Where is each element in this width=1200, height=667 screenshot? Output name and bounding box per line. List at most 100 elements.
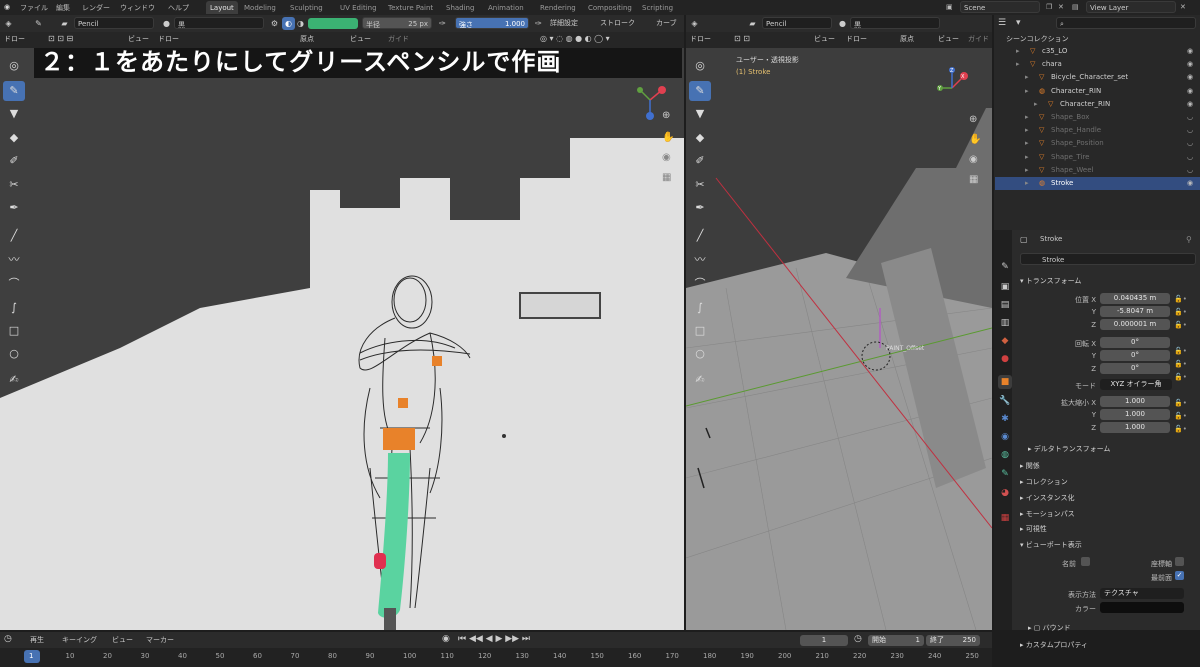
expand-arrow-icon[interactable]: ▸ <box>1025 124 1029 137</box>
editor-type-icon[interactable]: ◈ <box>688 17 701 30</box>
menu-render[interactable]: レンダー <box>82 3 110 13</box>
outliner-row[interactable]: ▸ ▽ Shape_Handle ◡ <box>995 124 1200 137</box>
camera-icon[interactable]: ◉ <box>662 152 671 163</box>
shading-icons[interactable]: ◎ ▾ ◌ ◍ ● ◐ ◯ ▾ <box>540 35 610 43</box>
workspace-tab[interactable]: UV Editing <box>336 1 381 14</box>
visibility-header[interactable]: ▸ 可視性 <box>1020 524 1047 534</box>
rotation-x-field[interactable]: 0° <box>1100 337 1170 348</box>
guide-dropdown[interactable]: ガイド <box>968 36 989 43</box>
origin-dropdown[interactable]: 原点 <box>300 36 314 43</box>
outliner-type-icon[interactable]: ☰ <box>998 18 1006 28</box>
workspace-tab[interactable]: Scripting <box>638 1 677 14</box>
scale-z-field[interactable]: 1.000 <box>1100 422 1170 433</box>
expand-arrow-icon[interactable]: ▸ <box>1016 58 1020 71</box>
expand-arrow-icon[interactable]: ▸ <box>1025 177 1029 190</box>
outliner-row[interactable]: ▸ ▽ Character_RIN ◉ <box>995 98 1200 111</box>
fill-tool-icon[interactable]: ▼ <box>3 104 25 124</box>
outliner-row[interactable]: ▸ ▽ chara ◉ <box>995 58 1200 71</box>
visibility-eye-icon[interactable]: ◡ <box>1187 151 1193 164</box>
custom-props-header[interactable]: ▸ カスタムプロパティ <box>1020 640 1088 650</box>
mode-dropdown[interactable]: ドロー <box>690 36 711 43</box>
visibility-eye-icon[interactable]: ◉ <box>1187 177 1193 190</box>
bounds-header[interactable]: ▸ ▢ バウンド <box>1028 623 1071 633</box>
view-menu[interactable]: ビュー <box>112 637 133 644</box>
color-swatch[interactable] <box>1100 602 1184 613</box>
outliner-row[interactable]: ▸ ▽ Bicycle_Character_set ◉ <box>995 71 1200 84</box>
material-field[interactable]: 黒 <box>850 17 940 29</box>
outliner-row[interactable]: ▸ ◍ Character_RIN ◉ <box>995 85 1200 98</box>
line-tool-icon[interactable]: ╱ <box>689 226 711 246</box>
radius-field[interactable]: 半径 25 px <box>362 17 432 29</box>
object-data-tab-icon[interactable]: ◍ <box>998 448 1012 462</box>
workspace-tab[interactable]: Shading <box>442 1 478 14</box>
scale-x-field[interactable]: 1.000 <box>1100 396 1170 407</box>
axes-checkbox[interactable] <box>1175 557 1184 566</box>
material-dot-icon[interactable]: ● <box>160 17 173 30</box>
visibility-eye-icon[interactable]: ◉ <box>1187 98 1193 111</box>
visibility-eye-icon[interactable]: ◉ <box>1187 71 1193 84</box>
advanced-dropdown[interactable]: 詳細設定 <box>550 20 578 27</box>
relations-header[interactable]: ▸ 関係 <box>1020 461 1040 471</box>
expand-arrow-icon[interactable]: ▸ <box>1025 164 1029 177</box>
collection-header[interactable]: ▸ コレクション <box>1020 477 1068 487</box>
editor-type-icon[interactable]: ◈ <box>2 17 15 30</box>
scene-icon[interactable]: ▣ <box>946 3 953 11</box>
location-z-field[interactable]: 0.000001 m <box>1100 319 1170 330</box>
copy-icon[interactable]: ❐ <box>1046 3 1052 11</box>
view-dropdown[interactable]: ビュー <box>938 36 959 43</box>
guide-dropdown[interactable]: ガイド <box>388 36 409 43</box>
draw-tool-icon[interactable]: ✎ <box>689 81 711 101</box>
location-y-field[interactable]: -5.8047 m <box>1100 306 1170 317</box>
arc-tool-icon[interactable]: ⌒ <box>3 274 25 294</box>
outliner-row[interactable]: ▸ ▽ Shape_Box ◡ <box>995 111 1200 124</box>
vertex-color-icon[interactable]: ◑ <box>294 17 307 30</box>
scale-y-field[interactable]: 1.000 <box>1100 409 1170 420</box>
record-icon[interactable]: ◉ <box>442 635 450 644</box>
menu-edit[interactable]: 編集 <box>56 3 70 13</box>
filter-icon[interactable]: ▾ <box>1016 18 1021 28</box>
visibility-eye-icon[interactable]: ◡ <box>1187 164 1193 177</box>
box-tool-icon[interactable]: □ <box>689 321 711 341</box>
color-swatch[interactable] <box>308 18 358 29</box>
material-field[interactable]: 黒 <box>174 17 264 29</box>
mode-dropdown[interactable]: ドロー <box>4 36 25 43</box>
strength-field[interactable]: 強さ 1.000 <box>455 17 529 29</box>
data-tab-icon[interactable]: ✎ <box>998 467 1012 481</box>
timeline-editor-icon[interactable]: ◷ <box>4 635 12 644</box>
visibility-eye-icon[interactable]: ◉ <box>1187 58 1193 71</box>
search-input[interactable]: ⌕ <box>1056 17 1196 29</box>
motion-path-header[interactable]: ▸ モーションパス <box>1020 509 1075 519</box>
arc-tool-icon[interactable]: ⌒ <box>689 274 711 294</box>
layers-icon[interactable]: ⊡ ⊡ ⊟ <box>48 35 73 43</box>
zoom-icon[interactable]: ⊕ <box>662 110 670 121</box>
view-dropdown[interactable]: ビュー <box>350 36 371 43</box>
curve-tool-icon[interactable]: ∫ <box>3 298 25 318</box>
world-tab-icon[interactable]: ● <box>998 352 1012 366</box>
location-x-field[interactable]: 0.040435 m <box>1100 293 1170 304</box>
cutter-tool-icon[interactable]: ✂ <box>689 175 711 195</box>
cutter-tool-icon[interactable]: ✂ <box>3 175 25 195</box>
workspace-tab[interactable]: Texture Paint <box>384 1 437 14</box>
in-front-checkbox[interactable]: ✓ <box>1175 571 1184 580</box>
visibility-eye-icon[interactable]: ◉ <box>1187 45 1193 58</box>
scene-selector[interactable]: Scene <box>960 1 1040 13</box>
brush-name-field[interactable]: Pencil <box>762 17 832 29</box>
outliner-row[interactable]: ▸ ▽ Shape_Position ◡ <box>995 137 1200 150</box>
annotate-tool-icon[interactable]: ✍ <box>689 370 711 390</box>
modifier-tab-icon[interactable]: 🔧 <box>998 394 1012 408</box>
view-layer-tab-icon[interactable]: ▥ <box>998 316 1012 330</box>
workspace-tab[interactable]: Rendering <box>536 1 580 14</box>
object-name-field[interactable]: Stroke <box>1020 253 1196 265</box>
pin-icon[interactable]: ⚲ <box>1186 235 1192 244</box>
grid-icon[interactable]: ▦ <box>662 172 671 183</box>
material-dot-icon[interactable]: ● <box>836 17 849 30</box>
curve-tool-icon[interactable]: ∫ <box>689 298 711 318</box>
settings-icon[interactable]: ⚙ <box>268 17 281 30</box>
erase-tool-icon[interactable]: ◆ <box>689 128 711 148</box>
menu-window[interactable]: ウィンドウ <box>120 3 155 13</box>
pencil-icon[interactable]: ✎ <box>32 17 45 30</box>
visibility-eye-icon[interactable]: ◡ <box>1187 124 1193 137</box>
expand-arrow-icon[interactable]: ▸ <box>1025 111 1029 124</box>
draw-menu[interactable]: ドロー <box>158 36 179 43</box>
current-frame-field[interactable]: 1 <box>800 635 848 646</box>
